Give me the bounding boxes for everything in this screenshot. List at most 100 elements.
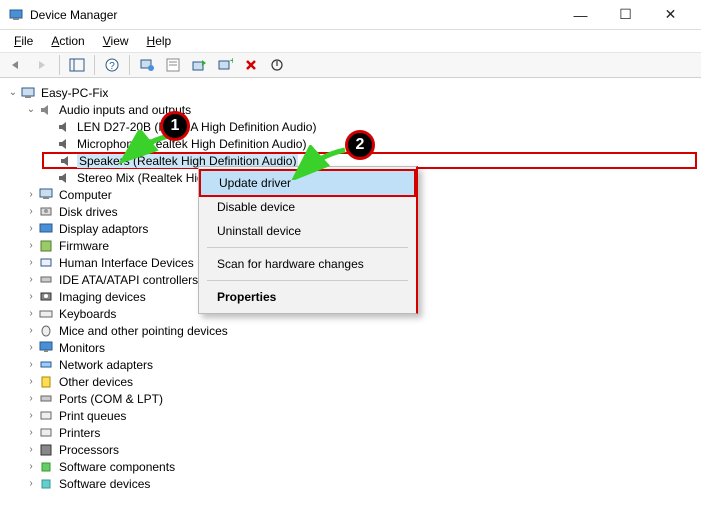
tree-category[interactable]: › Processors — [24, 441, 697, 458]
show-hide-tree-button[interactable] — [65, 54, 89, 76]
context-item-properties[interactable]: Properties — [199, 285, 416, 309]
category-label: Ports (COM & LPT) — [57, 392, 165, 406]
expand-icon[interactable]: › — [24, 274, 38, 285]
category-icon — [38, 323, 54, 339]
tree-category[interactable]: › Mice and other pointing devices — [24, 322, 697, 339]
menu-view[interactable]: View — [95, 32, 137, 50]
uninstall-button[interactable] — [239, 54, 263, 76]
help-button[interactable]: ? — [100, 54, 124, 76]
expand-icon[interactable]: › — [24, 189, 38, 200]
tree-category[interactable]: › Monitors — [24, 339, 697, 356]
category-label: Processors — [57, 443, 121, 457]
expand-icon[interactable]: › — [24, 376, 38, 387]
speaker-icon — [38, 102, 54, 118]
tree-category[interactable]: › Print queues — [24, 407, 697, 424]
back-button[interactable] — [4, 54, 28, 76]
tree-category[interactable]: ›Network adapters — [24, 356, 697, 373]
context-menu: Update driver Disable device Uninstall d… — [198, 166, 418, 314]
category-icon — [38, 187, 54, 203]
annotation-badge-1: 1 — [160, 111, 190, 141]
add-legacy-button[interactable]: + — [213, 54, 237, 76]
category-icon — [38, 340, 54, 356]
menu-action[interactable]: Action — [43, 32, 92, 50]
expand-icon[interactable]: › — [24, 308, 38, 319]
category-label: Software devices — [57, 477, 152, 491]
expand-icon[interactable]: › — [24, 427, 38, 438]
tree-category[interactable]: › Printers — [24, 424, 697, 441]
category-icon — [38, 221, 54, 237]
disable-button[interactable] — [265, 54, 289, 76]
expand-icon[interactable]: › — [24, 410, 38, 421]
item-label: Microphone (Realtek High Definition Audi… — [75, 137, 308, 151]
category-label: Imaging devices — [57, 290, 148, 304]
category-icon — [38, 425, 54, 441]
tree-category-audio[interactable]: ⌄ Audio inputs and outputs — [24, 101, 697, 118]
maximize-button[interactable]: ☐ — [603, 1, 648, 29]
annotation-badge-2: 2 — [345, 130, 375, 160]
context-item-label: Disable device — [217, 200, 295, 214]
context-item-scan[interactable]: Scan for hardware changes — [199, 252, 416, 276]
category-label: Firmware — [57, 239, 111, 253]
tree-root[interactable]: ⌄ Easy-PC-Fix — [6, 84, 697, 101]
scan-hardware-button[interactable] — [135, 54, 159, 76]
expand-icon[interactable]: › — [24, 291, 38, 302]
category-label: Print queues — [57, 409, 128, 423]
expand-icon[interactable]: › — [24, 223, 38, 234]
context-item-uninstall[interactable]: Uninstall device — [199, 219, 416, 243]
category-icon — [38, 476, 54, 492]
category-label: Printers — [57, 426, 102, 440]
expand-icon[interactable]: › — [24, 206, 38, 217]
category-icon — [38, 289, 54, 305]
expand-icon[interactable]: › — [24, 257, 38, 268]
category-icon — [38, 272, 54, 288]
category-icon — [38, 442, 54, 458]
speaker-icon — [56, 119, 72, 135]
category-label: Computer — [57, 188, 114, 202]
context-item-update-driver[interactable]: Update driver — [199, 169, 416, 197]
title-bar: Device Manager — ☐ ✕ — [0, 0, 701, 30]
properties-button[interactable] — [161, 54, 185, 76]
tree-category[interactable]: ›Other devices — [24, 373, 697, 390]
category-label: Human Interface Devices — [57, 256, 196, 270]
expand-icon[interactable]: › — [24, 359, 38, 370]
computer-icon — [20, 85, 36, 101]
expand-icon[interactable]: › — [24, 240, 38, 251]
context-item-label: Scan for hardware changes — [217, 257, 364, 271]
expand-icon[interactable]: › — [24, 342, 38, 353]
expand-icon[interactable]: › — [24, 393, 38, 404]
category-icon — [38, 255, 54, 271]
collapse-icon[interactable]: ⌄ — [6, 87, 20, 98]
context-separator — [207, 280, 408, 281]
speaker-icon — [58, 153, 74, 169]
category-label: Mice and other pointing devices — [57, 324, 230, 338]
update-driver-button[interactable] — [187, 54, 211, 76]
category-label: Keyboards — [57, 307, 118, 321]
expand-icon[interactable]: › — [24, 444, 38, 455]
context-item-disable[interactable]: Disable device — [199, 195, 416, 219]
category-icon — [38, 391, 54, 407]
menu-file[interactable]: File — [6, 32, 41, 50]
category-label: Monitors — [57, 341, 107, 355]
minimize-button[interactable]: — — [558, 1, 603, 29]
speaker-icon — [56, 136, 72, 152]
svg-text:+: + — [230, 58, 233, 67]
collapse-icon[interactable]: ⌄ — [24, 104, 38, 115]
category-label: Disk drives — [57, 205, 120, 219]
window-title: Device Manager — [30, 8, 117, 22]
svg-text:?: ? — [109, 61, 115, 72]
tree-category[interactable]: › Ports (COM & LPT) — [24, 390, 697, 407]
root-label: Easy-PC-Fix — [39, 86, 110, 100]
forward-button[interactable] — [30, 54, 54, 76]
expand-icon[interactable]: › — [24, 461, 38, 472]
category-icon — [38, 357, 54, 373]
close-button[interactable]: ✕ — [648, 1, 693, 29]
menu-help[interactable]: Help — [139, 32, 180, 50]
category-icon — [38, 459, 54, 475]
app-icon — [8, 7, 24, 23]
expand-icon[interactable]: › — [24, 478, 38, 489]
category-icon — [38, 204, 54, 220]
expand-icon[interactable]: › — [24, 325, 38, 336]
context-item-label: Update driver — [219, 176, 291, 190]
tree-category[interactable]: ›Software components — [24, 458, 697, 475]
tree-category[interactable]: › Software devices — [24, 475, 697, 492]
